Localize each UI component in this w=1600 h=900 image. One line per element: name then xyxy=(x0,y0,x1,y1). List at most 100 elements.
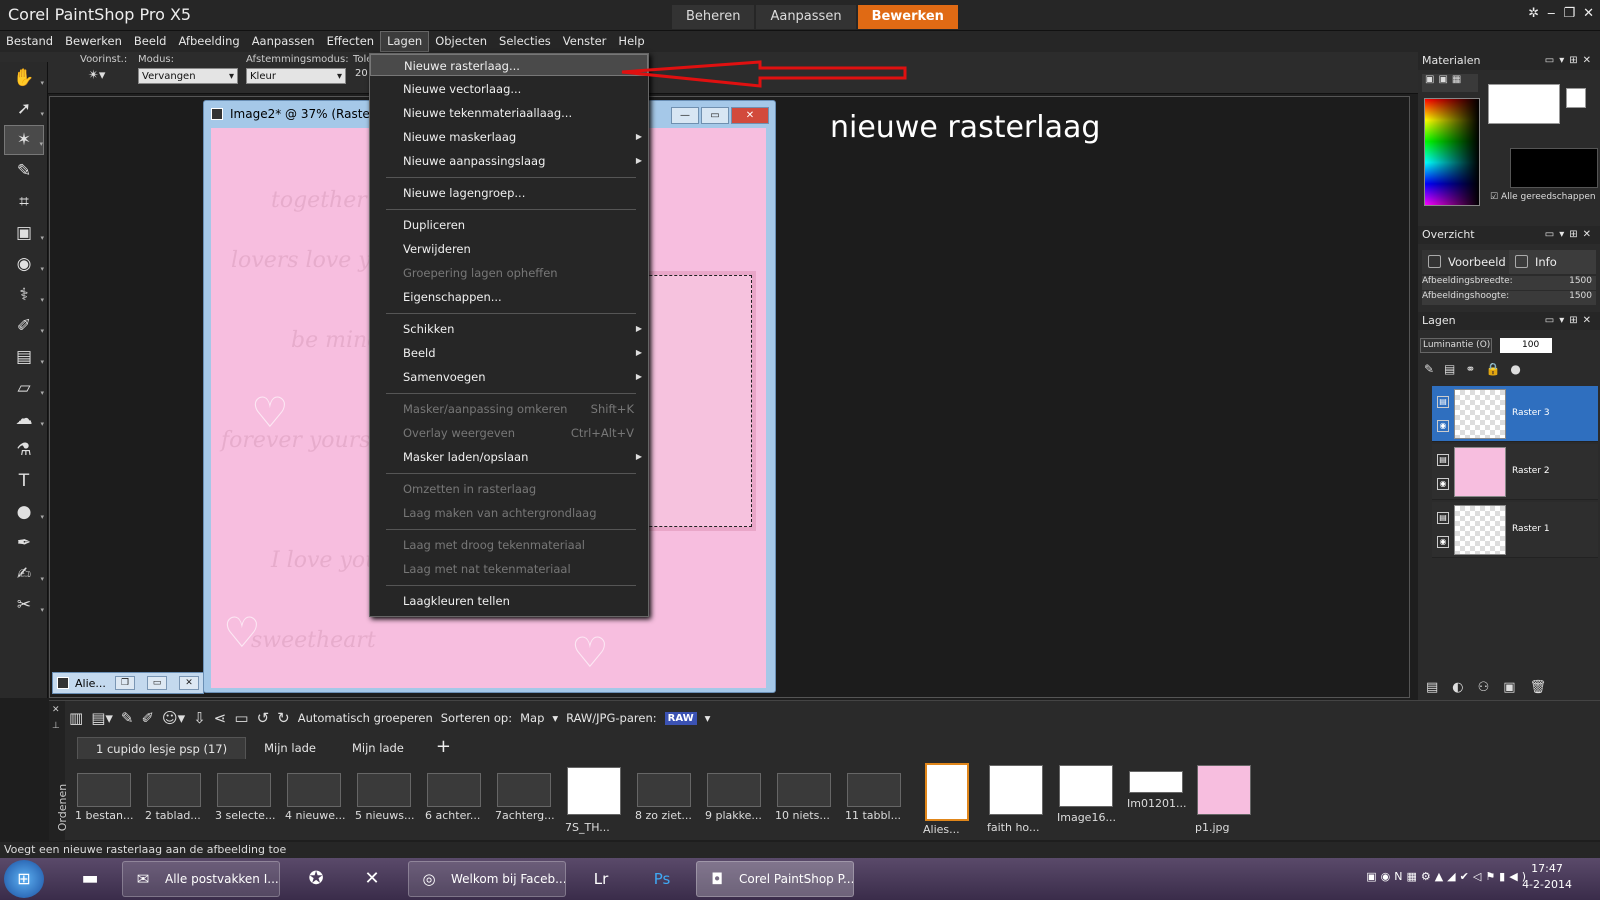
menu-objecten[interactable]: Objecten xyxy=(429,31,493,52)
layer-visibility-eye-icon[interactable]: ◉ xyxy=(1437,478,1449,490)
tab-info[interactable]: Info xyxy=(1509,250,1596,274)
all-tools-checkbox[interactable]: ☑ Alle gereedschappen xyxy=(1490,192,1596,202)
text-tool-icon[interactable]: T xyxy=(4,466,44,496)
layer-visibility-eye-icon[interactable]: ◉ xyxy=(1437,420,1449,432)
magic-wand-preset-icon[interactable]: ✴▾ xyxy=(88,68,105,83)
crop-tool-icon[interactable]: ⌗ xyxy=(4,187,44,217)
thumbnail-item[interactable]: Image16... xyxy=(1057,765,1117,839)
eraser-tool-icon[interactable]: ▱ ▾ xyxy=(4,373,44,403)
thumbnail-item[interactable]: 7S_TH... xyxy=(565,767,625,839)
color-picker[interactable] xyxy=(1424,98,1480,206)
folder-icon[interactable]: ▥ xyxy=(69,709,83,727)
taskbar-item-chrome[interactable]: ◎ Welkom bij Faceb... xyxy=(408,861,566,897)
menu-item-laagkleuren-tellen[interactable]: Laagkleuren tellen xyxy=(370,590,648,612)
menu-effecten[interactable]: Effecten xyxy=(321,31,380,52)
smudge-tool-icon[interactable]: ☁ ▾ xyxy=(4,404,45,434)
menu-item-samenvoegen[interactable]: Samenvoegen ▶ xyxy=(370,366,648,388)
chevron-down-icon[interactable]: ▾ xyxy=(705,711,711,725)
paint-brush-tool-icon[interactable]: ✐ ▾ xyxy=(4,311,44,341)
menu-item-nieuwe-rasterlaag[interactable]: Nieuwe rasterlaag... xyxy=(370,54,648,76)
minimized-maximize-button[interactable]: ▭ xyxy=(147,676,167,690)
minimized-close-button[interactable]: ✕ xyxy=(179,676,199,690)
layer-toolbar-icons[interactable]: ✎▤⚭🔒● xyxy=(1424,362,1531,376)
start-button-icon[interactable]: ⊞ xyxy=(4,860,44,898)
menu-item-eigenschappen[interactable]: Eigenschappen... xyxy=(370,286,648,308)
tab-cupido-lesje[interactable]: 1 cupido lesje psp (17) xyxy=(77,737,247,759)
thumbnail-item[interactable]: 11 tabbl... xyxy=(845,767,905,839)
thumbnail-item[interactable]: 6 achter... xyxy=(425,767,485,839)
shape-tool-icon[interactable]: ● ▾ xyxy=(4,497,44,527)
workspace-tab-beheren[interactable]: Beheren xyxy=(672,5,755,29)
sort-select[interactable]: Map xyxy=(520,711,544,725)
menu-item-nieuwe-maskerlaag[interactable]: Nieuwe maskerlaag ▶ xyxy=(370,126,648,148)
materials-mode-tabs[interactable]: ▣▣▦ xyxy=(1422,74,1478,92)
tab-mijn-lade-2[interactable]: Mijn lade xyxy=(334,737,422,759)
blend-mode-select[interactable]: Luminantie (O) xyxy=(1420,338,1492,353)
pick-tool-icon[interactable]: ➚ ▾ xyxy=(4,94,44,124)
thumbnail-item[interactable]: 1 bestan... xyxy=(75,767,135,839)
restore-icon[interactable]: ❐ xyxy=(1563,6,1575,21)
chevron-down-icon[interactable]: ▾ xyxy=(552,711,558,725)
menu-bewerken[interactable]: Bewerken xyxy=(59,31,128,52)
minimize-icon[interactable]: ‒ xyxy=(1547,6,1555,21)
photoshop-icon[interactable]: Ps xyxy=(636,861,688,897)
thumbnail-item[interactable]: 5 nieuws... xyxy=(355,767,415,839)
menu-help[interactable]: Help xyxy=(612,31,650,52)
layer-item-raster-1[interactable]: ▤ ◉ Raster 1 xyxy=(1432,502,1598,558)
makeover-tool-icon[interactable]: ⚕ ▾ xyxy=(4,280,44,310)
edit-icon[interactable]: ✎ xyxy=(121,709,134,727)
thumbnail-item[interactable]: 10 niets... xyxy=(775,767,835,839)
thumbnail-item[interactable]: 8 zo ziet... xyxy=(635,767,695,839)
import-icon[interactable]: ⇩ xyxy=(193,709,206,727)
thumbnail-item[interactable]: p1.jpg xyxy=(1195,765,1255,839)
menu-item-dupliceren[interactable]: Dupliceren xyxy=(370,214,648,236)
auto-group-button[interactable]: Automatisch groeperen xyxy=(298,711,433,725)
pan-tool-icon[interactable]: ✋ ▾ xyxy=(4,63,44,93)
layer-item-raster-2[interactable]: ▤ ◉ Raster 2 xyxy=(1432,444,1598,500)
menu-item-verwijderen[interactable]: Verwijderen xyxy=(370,238,648,260)
tolerance-value[interactable]: 20 xyxy=(355,68,368,79)
system-tray-icons[interactable]: ▣◉N▦⚙▲◢✔◁⚑▮◀) xyxy=(1366,870,1530,883)
image-minimize-button[interactable]: — xyxy=(671,107,699,124)
image-close-button[interactable]: ✕ xyxy=(731,107,769,124)
lightroom-icon[interactable]: Lr xyxy=(575,861,627,897)
thumbnail-item[interactable]: Im01201... xyxy=(1127,767,1187,839)
raw-badge[interactable]: RAW xyxy=(664,711,697,725)
panel-controls-icon[interactable]: ▭▾⊞✕ xyxy=(1545,52,1596,70)
brush-icon[interactable]: ✐ xyxy=(141,709,154,727)
workspace-tab-aanpassen[interactable]: Aanpassen xyxy=(756,5,856,29)
close-icon[interactable]: ✕ xyxy=(1583,6,1594,21)
layer-link-icon[interactable]: ▤ xyxy=(1437,512,1449,524)
organizer-pin-icon[interactable]: ⊥ xyxy=(52,721,60,731)
menu-bestand[interactable]: Bestand xyxy=(0,31,59,52)
layer-link-icon[interactable]: ▤ xyxy=(1437,396,1449,408)
xray-icon[interactable]: ✕ xyxy=(346,861,398,897)
menu-item-nieuwe-lagengroep[interactable]: Nieuwe lagengroep... xyxy=(370,182,648,204)
layer-visibility-eye-icon[interactable]: ◉ xyxy=(1437,536,1449,548)
thumbnail-item[interactable]: 9 plakke... xyxy=(705,767,765,839)
view-mode-icon[interactable]: ▤▾ xyxy=(91,709,113,727)
thumbnail-item[interactable]: faith ho... xyxy=(987,765,1047,839)
menu-item-nieuwe-vectorlaag[interactable]: Nieuwe vectorlaag... xyxy=(370,78,648,100)
taskbar-item-paintshop[interactable]: ◘ Corel PaintShop P... xyxy=(696,861,854,897)
menu-item-masker-laden-opslaan[interactable]: Masker laden/opslaan ▶ xyxy=(370,446,648,468)
magic-wand-tool-icon[interactable]: ✶ ▾ xyxy=(4,125,44,155)
foreground-color-mini[interactable] xyxy=(1566,88,1586,108)
thumbnail-item[interactable]: 3 selecte... xyxy=(215,767,275,839)
opacity-input[interactable]: 100 xyxy=(1500,338,1552,353)
rotate-right-icon[interactable]: ↻ xyxy=(277,709,290,727)
art-brush-tool-icon[interactable]: ✍ ▾ xyxy=(4,559,44,589)
pen-tool-icon[interactable]: ✒ xyxy=(4,528,44,558)
thumbnail-item[interactable]: 4 nieuwe... xyxy=(285,767,346,839)
image-maximize-button[interactable]: ▭ xyxy=(701,107,729,124)
person-icon[interactable]: ☺▾ xyxy=(162,709,185,727)
menu-lagen[interactable]: Lagen xyxy=(380,31,430,52)
mode-select[interactable]: Vervangen xyxy=(138,68,238,85)
panel-controls-icon[interactable]: ▭▾⊞✕ xyxy=(1545,312,1596,330)
panel-controls-icon[interactable]: ▭▾⊞✕ xyxy=(1545,226,1596,244)
thumbnail-item[interactable]: 7achterg... xyxy=(495,767,555,839)
menu-venster[interactable]: Venster xyxy=(557,31,613,52)
ccleaner-icon[interactable]: ✪ xyxy=(290,861,342,897)
share-icon[interactable]: ⋖ xyxy=(214,709,227,727)
foreground-swatch[interactable] xyxy=(1488,84,1560,124)
